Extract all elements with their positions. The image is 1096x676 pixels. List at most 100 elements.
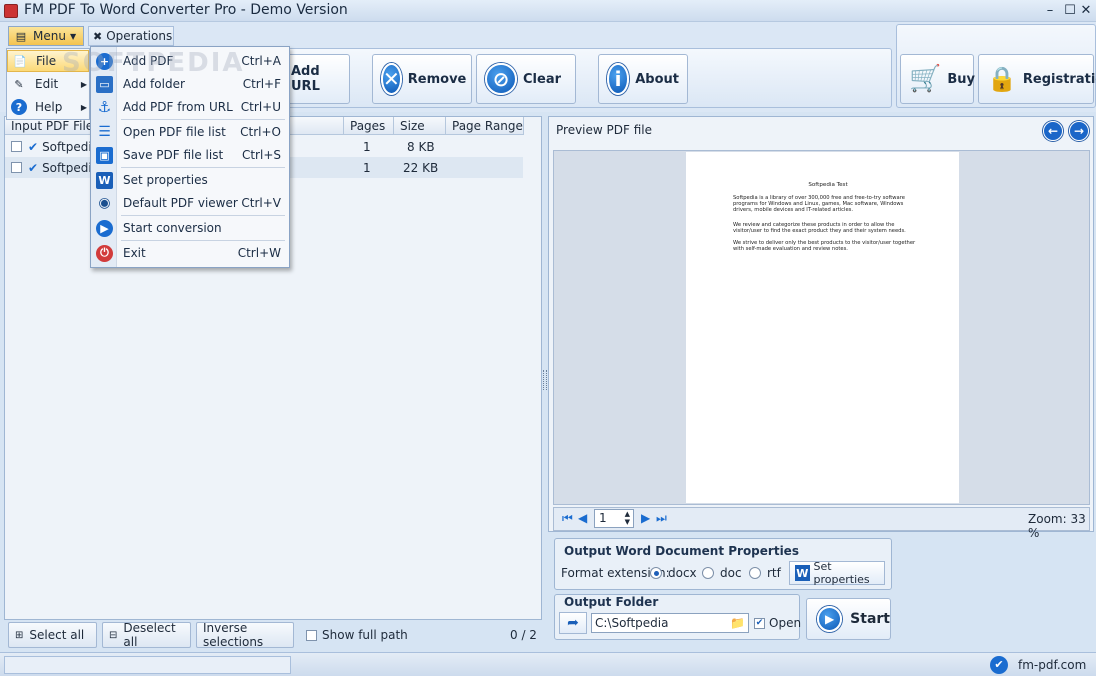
info-icon: i (607, 63, 630, 95)
menu-open-list-label: Open PDF file list (123, 125, 226, 139)
row-checkbox[interactable] (11, 141, 22, 152)
submenu-arrow-icon: ▶ (80, 79, 87, 89)
radio-docx[interactable] (650, 567, 662, 579)
open-label: Open (769, 616, 802, 630)
menu-default-viewer-shortcut: Ctrl+V (241, 196, 281, 210)
radio-rtf[interactable] (749, 567, 761, 579)
doc-paragraph-2: We review and categorize these products … (733, 222, 906, 234)
operations-tab[interactable]: ✖ Operations (88, 26, 174, 46)
show-full-path-toggle[interactable]: Show full path (306, 628, 408, 642)
word-icon: W (795, 565, 810, 581)
menu-exit-shortcut: Ctrl+W (237, 246, 281, 260)
lock-icon: 🔒 (987, 65, 1017, 93)
output-path-value: C:\Softpedia (595, 616, 669, 630)
status-bar: ✔ fm-pdf.com (0, 652, 1096, 676)
add-url-button[interactable]: Add URL (282, 54, 350, 104)
clear-icon: ⊘ (485, 63, 517, 95)
buy-button[interactable]: 🛒 Buy (900, 54, 976, 104)
remove-button[interactable]: ✕ Remove (372, 54, 472, 104)
select-all-label: Select all (29, 628, 85, 642)
page-number-value: 1 (599, 511, 607, 525)
window-title: FM PDF To Word Converter Pro - Demo Vers… (24, 2, 348, 18)
column-pages[interactable]: Pages (344, 117, 394, 135)
prev-page-icon[interactable]: ◀ (578, 511, 587, 525)
floppy-icon: ▣ (96, 146, 113, 164)
start-button[interactable]: ▶ Start (806, 598, 891, 640)
tools-icon: ✖ (93, 29, 103, 43)
radio-doc[interactable] (702, 567, 714, 579)
close-button[interactable]: ✕ (1076, 2, 1096, 20)
output-path-input[interactable]: C:\Softpedia 📁 (591, 613, 749, 633)
remove-label: Remove (407, 71, 467, 87)
anchor-icon: ⚓ (97, 98, 112, 116)
menu-open-list[interactable]: ☰ Open PDF file list Ctrl+O (91, 121, 289, 143)
deselect-all-button[interactable]: ⊟ Deselect all (102, 621, 191, 649)
splitter-handle[interactable] (543, 370, 547, 390)
clear-label: Clear (523, 71, 561, 87)
check-icon: ✔ (28, 160, 39, 175)
menu-exit[interactable]: ⏻ Exit Ctrl+W (91, 242, 289, 264)
zoom-level: Zoom: 33 % (1028, 512, 1086, 540)
menu-item-help[interactable]: ? Help ▶ (7, 96, 89, 118)
select-all-button[interactable]: ⊞ Select all (8, 622, 97, 648)
format-rtf-radio[interactable]: rtf (749, 566, 781, 580)
deselect-all-label: Deselect all (123, 621, 176, 649)
buy-label: Buy (947, 71, 976, 87)
page-number-input[interactable]: 1 ▲ ▼ (594, 509, 634, 528)
format-doc-radio[interactable]: doc (702, 566, 742, 580)
menu-start-conversion[interactable]: ▶ Start conversion (91, 217, 289, 239)
inverse-selections-button[interactable]: Inverse selections (196, 621, 294, 649)
selection-count: 0 / 2 (510, 628, 537, 642)
open-toggle[interactable]: ✔ Open (754, 616, 801, 630)
help-icon: ? (11, 99, 27, 115)
menu-exit-label: Exit (123, 246, 146, 260)
output-folder-title: Output Folder (564, 595, 659, 609)
about-button[interactable]: i About (598, 54, 688, 104)
menu-default-viewer-label: Default PDF viewer (123, 196, 238, 210)
format-docx-radio[interactable]: docx (650, 566, 697, 580)
first-page-icon[interactable]: ⏮ (562, 511, 573, 526)
folder-icon: ▭ (96, 75, 113, 93)
row-checkbox[interactable] (11, 162, 22, 173)
open-checkbox[interactable]: ✔ (754, 617, 765, 629)
menu-add-pdf-url[interactable]: ⚓ Add PDF from URL Ctrl+U (91, 96, 289, 118)
next-page-icon[interactable]: ▶ (641, 511, 650, 525)
registration-button[interactable]: 🔒 Registration (978, 54, 1096, 104)
show-full-path-checkbox[interactable] (306, 629, 317, 641)
file-size: 8 KB (407, 139, 435, 154)
registration-label: Registration (1022, 71, 1096, 87)
add-url-label: Add URL (291, 64, 320, 94)
menu-save-list-label: Save PDF file list (123, 148, 224, 162)
next-file-icon[interactable]: → (1069, 121, 1089, 141)
prev-file-icon[interactable]: ← (1043, 121, 1063, 141)
clear-button[interactable]: ⊘ Clear (476, 54, 576, 104)
minimize-button[interactable]: – (1040, 2, 1060, 20)
menu-save-list[interactable]: ▣ Save PDF file list Ctrl+S (91, 144, 289, 166)
menu-set-properties[interactable]: W Set properties (91, 169, 289, 191)
open-folder-arrow-icon[interactable]: ➦ (559, 612, 587, 634)
folder-icon[interactable]: 📁 (730, 614, 745, 632)
select-all-icon: ⊞ (15, 629, 24, 641)
menu-button[interactable]: ▤ Menu ▼ (8, 26, 84, 46)
file-pages: 1 (363, 160, 371, 175)
menu-default-viewer[interactable]: ◉ Default PDF viewer Ctrl+V (91, 192, 289, 214)
last-page-icon[interactable]: ⏭ (656, 511, 667, 526)
show-full-path-label: Show full path (322, 628, 408, 642)
menu-open-list-shortcut: Ctrl+O (240, 125, 281, 139)
set-properties-button[interactable]: W Set properties (789, 560, 885, 586)
menu-item-edit-label: Edit (35, 77, 59, 91)
submenu-arrow-icon: ▶ (80, 102, 87, 112)
play-icon: ▶ (817, 606, 843, 632)
verified-icon: ✔ (990, 656, 1008, 674)
power-icon: ⏻ (96, 244, 113, 262)
column-size[interactable]: Size (394, 117, 446, 135)
file-icon: 📄 (13, 54, 27, 68)
cart-icon: 🛒 (909, 64, 942, 94)
spinner-icon[interactable]: ▲ ▼ (625, 510, 630, 526)
column-page-range[interactable]: Page Range (446, 117, 524, 135)
inverse-selections-label: Inverse selections (203, 621, 264, 649)
menu-add-pdf-url-label: Add PDF from URL (123, 100, 233, 114)
site-link[interactable]: fm-pdf.com (1018, 658, 1086, 672)
eye-icon: ◉ (98, 195, 111, 211)
chevron-down-icon: ▼ (69, 31, 77, 41)
